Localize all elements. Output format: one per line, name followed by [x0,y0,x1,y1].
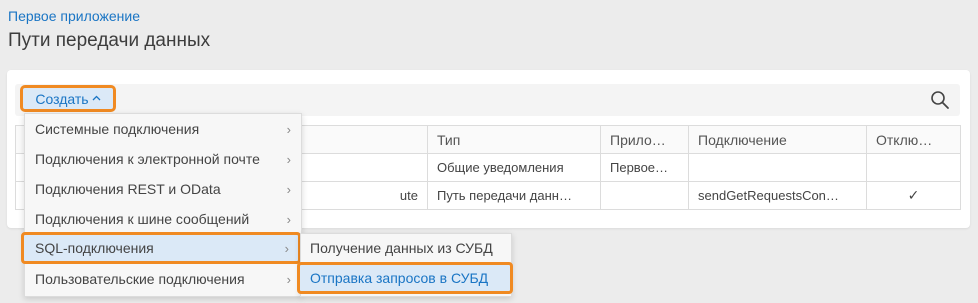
menu-item-message-bus-connections[interactable]: Подключения к шине сообщений › [25,204,301,234]
create-button-label: Создать [35,90,89,107]
create-button[interactable]: Создать [20,85,116,112]
cell-connection [688,153,867,182]
submenu-item-label: Отправка запросов в СУБД [310,270,489,286]
menu-item-system-connections[interactable]: Системные подключения › [25,114,301,144]
menu-item-custom-connections[interactable]: Пользовательские подключения › [25,264,301,294]
menu-item-label: Подключения к шине сообщений [35,211,250,227]
cell-type: Общие уведомления [427,153,601,182]
submenu-item-fetch-data[interactable]: Получение данных из СУБД [301,234,511,262]
chevron-right-icon: › [286,121,291,137]
toolbar [15,84,960,116]
submenu-item-label: Получение данных из СУБД [310,240,493,256]
menu-item-label: Системные подключения [35,121,200,137]
menu-item-rest-odata-connections[interactable]: Подключения REST и OData › [25,174,301,204]
search-icon[interactable] [930,90,950,110]
chevron-right-icon: › [286,211,291,227]
cell-disabled [866,153,961,182]
cell-app: Первое… [600,153,689,182]
menu-item-label: Подключения REST и OData [35,181,221,197]
menu-item-sql-connections[interactable]: SQL-подключения › [21,232,301,264]
chevron-right-icon: › [286,271,291,287]
menu-item-label: SQL-подключения [35,240,154,256]
column-header-app[interactable]: Прило… [600,125,689,154]
menu-item-label: Подключения к электронной почте [35,151,260,167]
cell-connection: sendGetRequestsCon… [688,181,867,210]
cell-type: Путь передачи данн… [427,181,601,210]
column-header-connection[interactable]: Подключение [688,125,867,154]
checkmark-icon: ✓ [866,181,961,210]
cell-app [600,181,689,210]
sql-submenu: Получение данных из СУБД Отправка запрос… [297,233,513,297]
chevron-right-icon: › [284,240,289,256]
chevron-right-icon: › [286,151,291,167]
breadcrumb[interactable]: Первое приложение [8,8,140,24]
menu-item-email-connections[interactable]: Подключения к электронной почте › [25,144,301,174]
submenu-item-send-queries[interactable]: Отправка запросов в СУБД [297,262,513,294]
menu-item-label: Пользовательские подключения [35,271,245,287]
column-header-disabled[interactable]: Отклю… [866,125,961,154]
chevron-up-icon [92,93,101,104]
column-header-type[interactable]: Тип [427,125,601,154]
chevron-right-icon: › [286,181,291,197]
page-title: Пути передачи данных [8,30,211,51]
create-dropdown-menu: Системные подключения › Подключения к эл… [21,113,302,297]
